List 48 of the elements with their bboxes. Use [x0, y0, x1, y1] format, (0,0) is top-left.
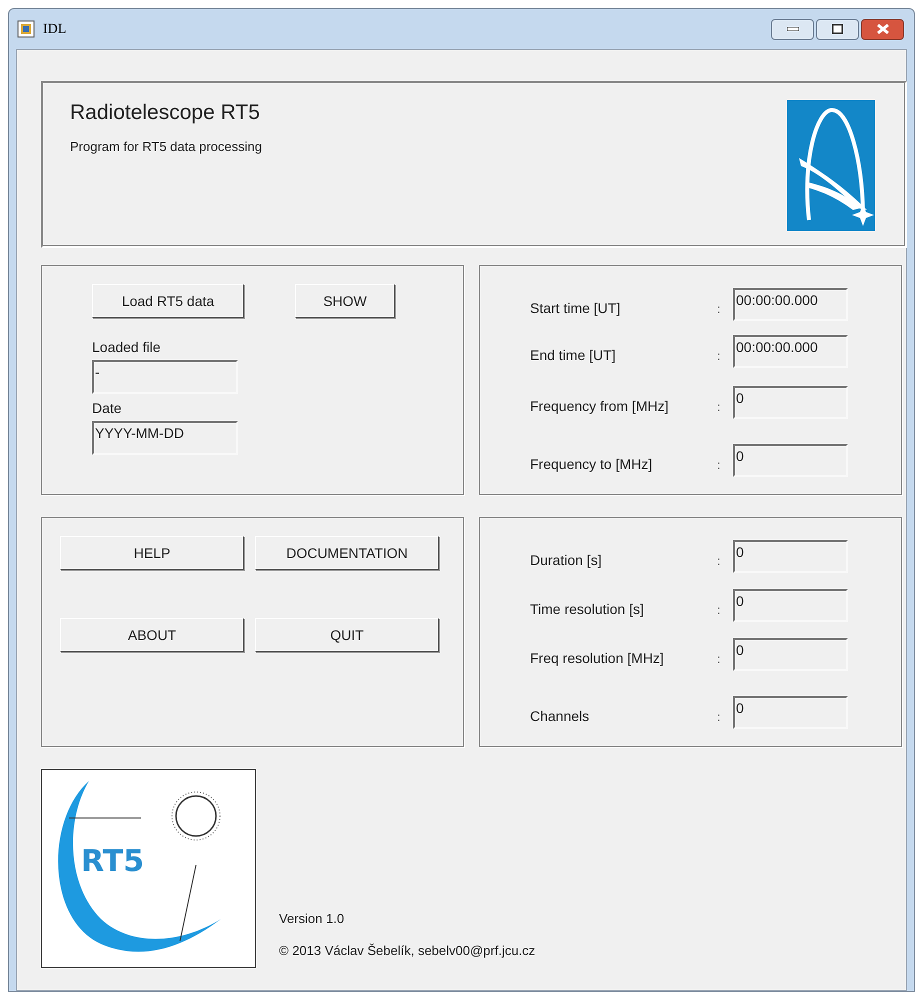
maximize-icon	[832, 24, 843, 34]
text-field[interactable]: 00:00:00.000	[733, 288, 848, 321]
text-field[interactable]: 00:00:00.000	[733, 335, 848, 368]
minimize-button[interactable]	[771, 18, 814, 40]
text-field[interactable]: 0	[733, 540, 848, 573]
colon-separator: :	[717, 708, 722, 726]
app-title: Radiotelescope RT5	[70, 100, 261, 126]
colon-separator: :	[717, 398, 722, 416]
colon-separator: :	[717, 348, 722, 364]
field-label: Frequency to [MHz]	[530, 455, 654, 474]
field-label: End time [UT]	[530, 346, 617, 365]
window-title: IDL	[43, 20, 66, 38]
action-button[interactable]: ABOUT	[60, 618, 244, 652]
field-label: Frequency from [MHz]	[530, 397, 670, 416]
colon-separator: :	[717, 456, 722, 474]
maximize-button[interactable]	[816, 18, 859, 40]
copyright-text: © 2013 Václav Šebelík, sebelv00@prf.jcu.cz	[279, 942, 536, 960]
text-field[interactable]: 0	[733, 638, 848, 671]
colon-separator: :	[717, 300, 722, 318]
version-text: Version 1.0	[279, 910, 346, 928]
minimize-icon	[786, 27, 798, 31]
field-label: Duration [s]	[530, 551, 603, 570]
text-field[interactable]: 0	[733, 386, 848, 419]
text-field[interactable]: 0	[733, 696, 848, 729]
show-button[interactable]: SHOW	[295, 284, 395, 318]
field-label: Freq resolution [MHz]	[530, 649, 665, 668]
text-field[interactable]: -	[92, 360, 238, 394]
rt5-logo: RT5	[41, 769, 256, 968]
field-label: Loaded file	[92, 338, 162, 357]
colon-separator: :	[717, 552, 722, 570]
text-field[interactable]: 0	[733, 589, 848, 622]
field-label: Time resolution [s]	[530, 600, 645, 619]
action-button[interactable]: DOCUMENTATION	[255, 536, 439, 570]
load-data-button[interactable]: Load RT5 data	[92, 284, 244, 318]
text-field[interactable]: YYYY-MM-DD	[92, 421, 238, 455]
field-label: Date	[92, 399, 123, 418]
app-subtitle: Program for RT5 data processing	[70, 138, 262, 156]
colon-separator: :	[717, 602, 722, 618]
field-label: Start time [UT]	[530, 299, 622, 318]
close-button[interactable]	[861, 18, 904, 40]
action-button[interactable]: HELP	[60, 536, 244, 570]
app-icon	[17, 20, 35, 38]
close-icon	[876, 24, 888, 34]
field-label: Channels	[530, 707, 590, 726]
action-button[interactable]: QUIT	[255, 618, 439, 652]
comet-logo-icon	[787, 100, 875, 231]
text-field[interactable]: 0	[733, 444, 848, 477]
colon-separator: :	[717, 650, 722, 668]
